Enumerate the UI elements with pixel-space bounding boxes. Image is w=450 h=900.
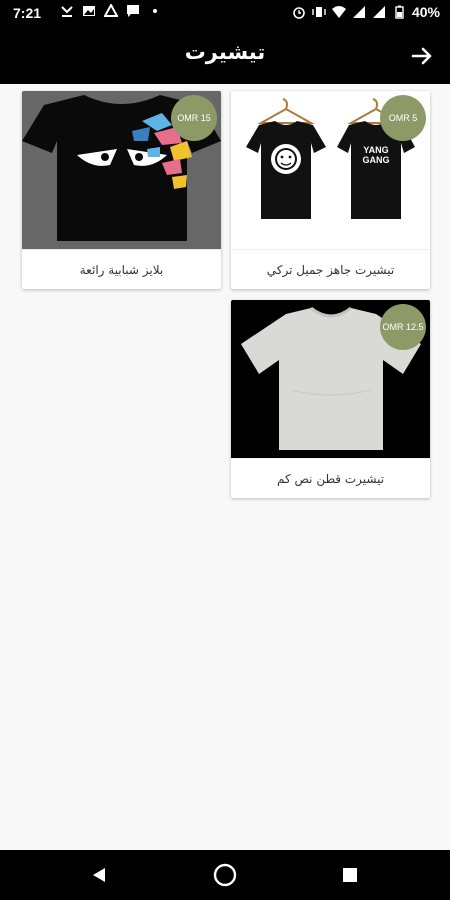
app-header: تيشيرت	[0, 28, 450, 84]
product-card[interactable]: YANG GANG OMR 5 تيشيرت جاهز جميل تركي	[231, 91, 430, 289]
product-card[interactable]: OMR 15 بلايز شبابية رائعة	[22, 91, 221, 289]
battery-icon	[395, 5, 404, 19]
signal-2-icon	[372, 6, 385, 18]
gallery-icon	[83, 6, 95, 16]
status-time: 7:21	[13, 5, 42, 21]
message-icon	[127, 5, 139, 17]
product-name[interactable]: تيشيرت قطن نص كم	[231, 458, 430, 498]
product-card[interactable]: OMR 12.5 تيشيرت قطن نص كم	[231, 300, 430, 498]
price-badge: OMR 15	[171, 95, 217, 141]
product-image[interactable]: OMR 12.5	[231, 300, 430, 458]
price-badge: OMR 5	[380, 95, 426, 141]
battery-percent: 40%	[411, 4, 440, 20]
product-name[interactable]: بلايز شبابية رائعة	[22, 249, 221, 289]
wifi-icon	[331, 6, 346, 18]
system-icons: 40%	[292, 4, 440, 20]
product-name[interactable]: تيشيرت جاهز جميل تركي	[231, 249, 430, 289]
signal-icon	[352, 6, 365, 18]
nav-recents-icon[interactable]	[342, 867, 358, 883]
navigation-bar	[0, 850, 450, 900]
price-badge: OMR 12.5	[380, 304, 426, 350]
product-image[interactable]: OMR 15	[22, 91, 221, 249]
status-bar: 7:21 40%	[0, 0, 450, 28]
svg-text:GANG: GANG	[363, 155, 390, 165]
drive-icon	[104, 4, 118, 17]
dot-icon	[153, 9, 157, 13]
product-image[interactable]: YANG GANG OMR 5	[231, 91, 430, 249]
page-title: تيشيرت	[184, 40, 266, 64]
alarm-icon	[293, 7, 305, 19]
arrow-right-icon	[411, 47, 432, 65]
vibrate-icon	[312, 7, 326, 17]
nav-back-icon[interactable]	[90, 866, 108, 884]
missed-call-icon	[61, 6, 73, 17]
notification-icons	[60, 4, 162, 18]
svg-text:YANG: YANG	[363, 145, 388, 155]
nav-home-icon[interactable]	[213, 863, 237, 887]
back-button[interactable]	[408, 42, 436, 70]
